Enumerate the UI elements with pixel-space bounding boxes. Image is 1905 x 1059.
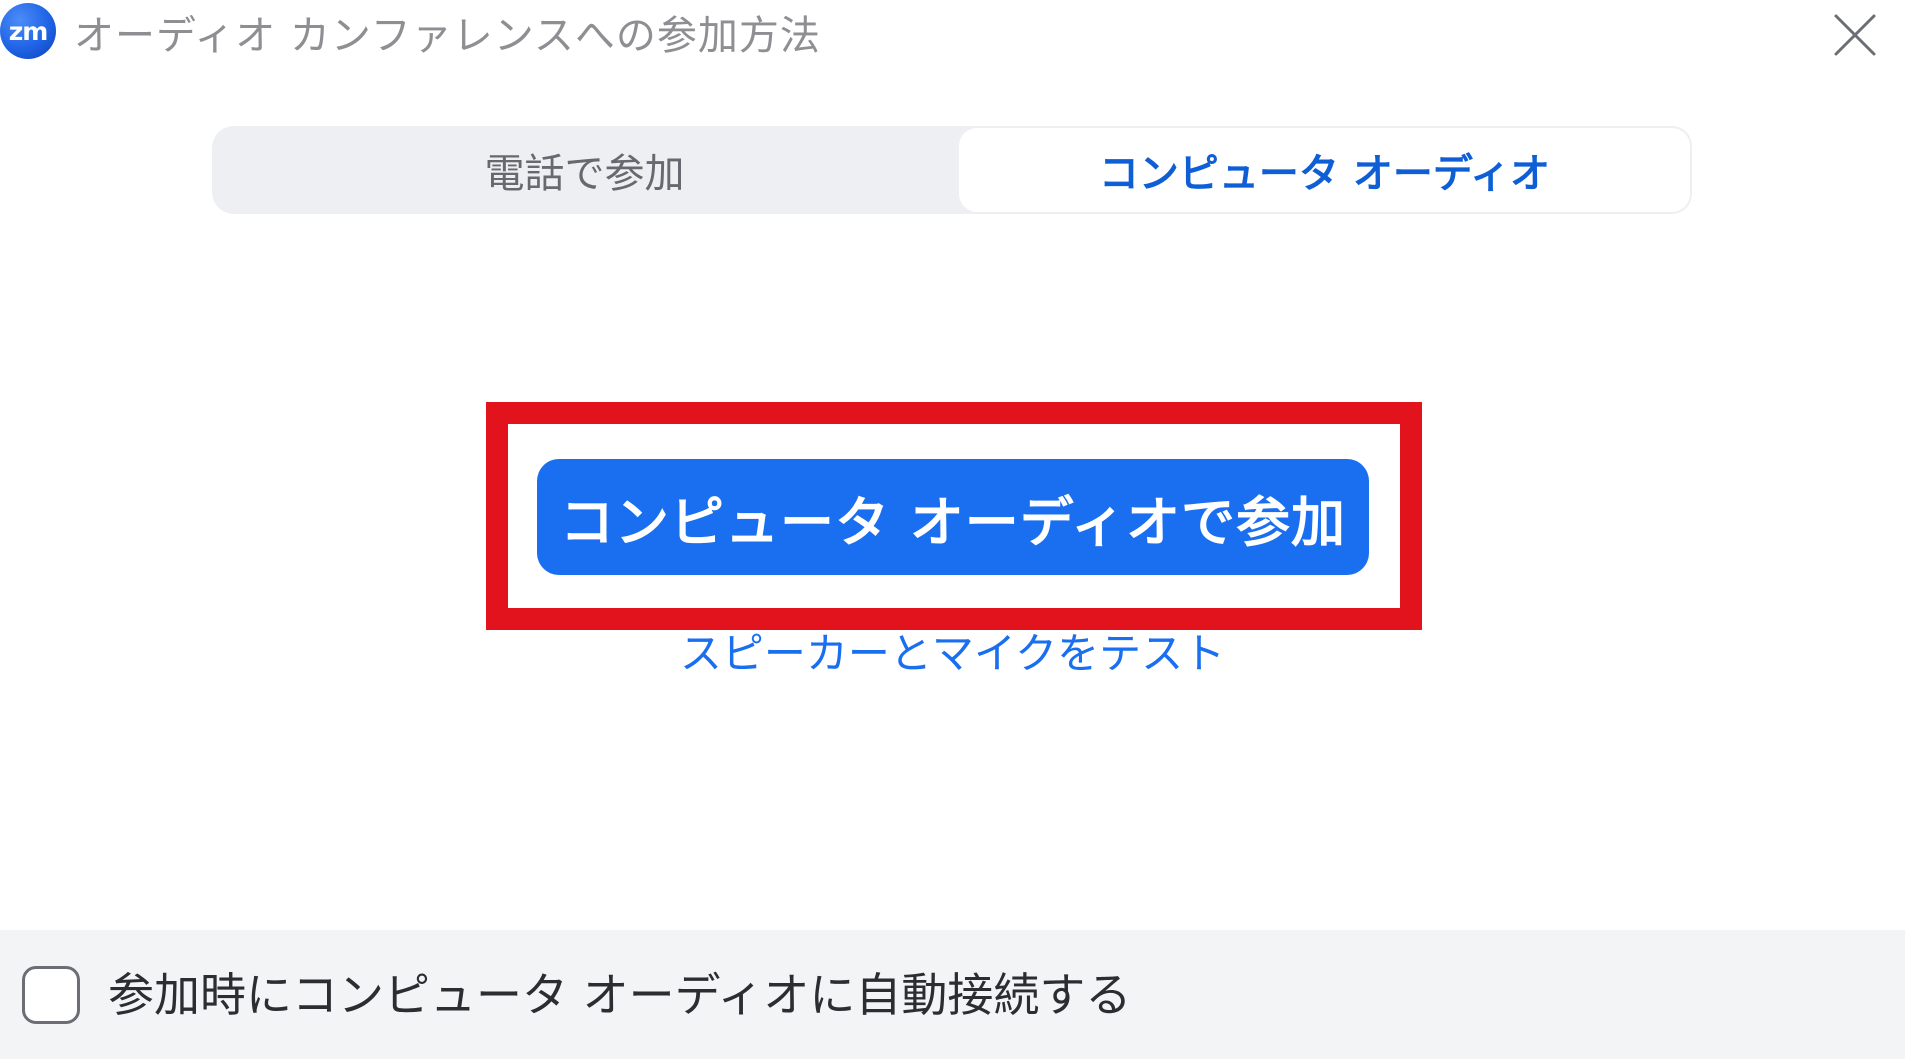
tab-computer-audio[interactable]: コンピュータ オーディオ (957, 126, 1692, 214)
window-title: オーディオ カンファレンスへの参加方法 (74, 13, 821, 59)
logo-text: zm (8, 16, 49, 46)
tab-phone-join[interactable]: 電話で参加 (212, 126, 957, 214)
auto-connect-label: 参加時にコンピュータ オーディオに自動接続する (108, 968, 1132, 1022)
zoom-logo-icon: zm (0, 3, 56, 59)
close-icon (1834, 14, 1876, 56)
footer-bar: 参加時にコンピュータ オーディオに自動接続する (0, 930, 1905, 1059)
title-bar: zm オーディオ カンファレンスへの参加方法 (0, 0, 1905, 70)
audio-join-dialog: zm オーディオ カンファレンスへの参加方法 電話で参加 コンピュータ オーディ… (0, 0, 1905, 1059)
auto-connect-checkbox[interactable] (22, 966, 80, 1024)
close-button[interactable] (1830, 10, 1880, 60)
join-computer-audio-button[interactable]: コンピュータ オーディオで参加 (537, 459, 1369, 575)
audio-mode-tabs: 電話で参加 コンピュータ オーディオ (212, 126, 1692, 214)
test-speaker-mic-link[interactable]: スピーカーとマイクをテスト (0, 620, 1905, 681)
